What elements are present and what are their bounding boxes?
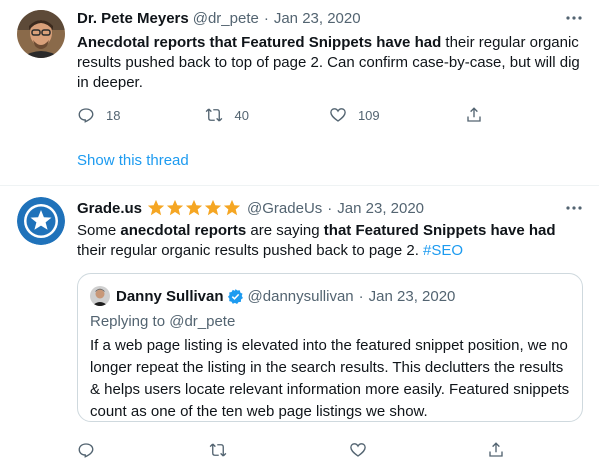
star-rating [147,199,242,217]
tweet-actions [77,441,505,459]
handle[interactable]: @dr_pete [193,10,259,27]
timestamp[interactable]: Jan 23, 2020 [337,200,424,217]
share-icon [466,107,481,122]
share-icon [489,442,503,457]
verified-badge-icon [227,288,243,304]
tweet-text-bold: anecdotal reports [120,222,247,239]
heart-icon [330,108,346,122]
timestamp: Jan 23, 2020 [368,287,456,305]
like-button[interactable] [349,441,367,459]
retweet-button[interactable] [209,441,227,459]
star-icon [223,199,241,216]
heart-icon [350,443,366,457]
like-count: 109 [357,107,380,123]
divider [0,185,599,186]
share-button[interactable] [487,441,505,459]
show-thread-link[interactable]: Show this thread [77,152,189,169]
like-button[interactable]: 109 [329,106,380,124]
timestamp[interactable]: Jan 23, 2020 [274,10,361,27]
quoted-tweet[interactable]: Danny Sullivan @dannysullivan · Jan 23, … [77,273,583,422]
more-horizontal-icon[interactable] [565,199,583,221]
more-horizontal-icon[interactable] [565,9,583,31]
reply-button[interactable]: 18 [77,106,120,124]
tweet-text-bold: that Featured Snippets have had [323,222,556,239]
retweet-icon [206,108,223,122]
retweet-button[interactable]: 40 [205,106,249,124]
display-name[interactable]: Grade.us [77,200,142,217]
tweet-header: Grade.us @GradeUs · Jan 23, 2020 [77,199,424,217]
avatar[interactable] [17,197,65,245]
separator: · [327,199,333,217]
handle[interactable]: @GradeUs [247,200,322,217]
tweet-text-part: their regular organic results pushed bac… [77,242,424,259]
star-icon [185,199,203,216]
display-name: Danny Sullivan [116,287,224,305]
replying-to: Replying to @dr_pete [90,313,236,330]
reply-icon [78,443,94,458]
star-icon [166,199,184,216]
star-icon [147,199,165,216]
tweet-header: Dr. Pete Meyers @dr_pete · Jan 23, 2020 [77,10,361,27]
share-button[interactable] [465,106,483,124]
reply-count: 18 [106,107,121,123]
quoted-tweet-text: If a web page listing is elevated into t… [90,337,570,420]
tweet-text-part: are saying [246,222,324,239]
star-icon [204,199,222,216]
retweet-icon [209,443,227,457]
reply-icon [78,108,94,123]
tweet-text-bold: Anecdotal reports that Featured Snippets… [77,34,442,51]
tweet-text: Anecdotal reports that Featured Snippets… [77,33,582,93]
avatar[interactable] [17,10,65,58]
handle: @dannysullivan [247,287,354,305]
tweet-text-part: Some [77,222,121,239]
reply-button[interactable] [77,441,95,459]
separator: · [263,10,269,27]
tweet-actions: 18 40 109 [77,106,483,124]
tweet-text: Some anecdotal reports are saying that F… [77,221,582,261]
separator: · [358,287,364,305]
display-name[interactable]: Dr. Pete Meyers [77,10,189,27]
avatar [90,286,110,306]
retweet-count: 40 [234,107,249,123]
hashtag-link[interactable]: #SEO [423,242,463,259]
quoted-tweet-header: Danny Sullivan @dannysullivan · Jan 23, … [90,286,455,306]
